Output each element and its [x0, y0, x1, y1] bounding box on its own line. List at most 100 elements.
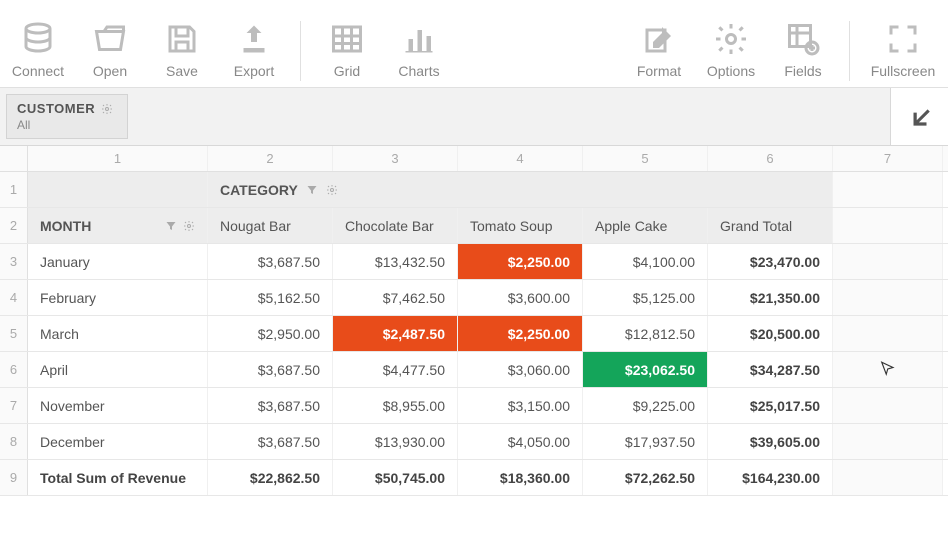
col-header[interactable]: Chocolate Bar — [333, 208, 458, 243]
blank-cell — [833, 208, 943, 243]
col-header[interactable]: Tomato Soup — [458, 208, 583, 243]
row-label[interactable]: November — [28, 388, 208, 423]
data-cell[interactable]: $4,050.00 — [458, 424, 583, 459]
data-cell[interactable]: $3,687.50 — [208, 244, 333, 279]
blank-cell — [28, 172, 208, 207]
filter-pill-customer[interactable]: CUSTOMER All — [6, 94, 128, 139]
row-label[interactable]: February — [28, 280, 208, 315]
row-number[interactable]: 1 — [0, 172, 28, 207]
data-cell[interactable]: $3,687.50 — [208, 424, 333, 459]
data-cell[interactable]: $3,600.00 — [458, 280, 583, 315]
blank-cell — [833, 424, 943, 459]
row-number[interactable]: 8 — [0, 424, 28, 459]
data-cell[interactable]: $9,225.00 — [583, 388, 708, 423]
grid-button[interactable]: Grid — [311, 17, 383, 79]
data-cell[interactable]: $4,100.00 — [583, 244, 708, 279]
col-header[interactable]: Nougat Bar — [208, 208, 333, 243]
data-cell[interactable]: $12,812.50 — [583, 316, 708, 351]
open-button[interactable]: Open — [74, 17, 146, 79]
filter-value: All — [17, 118, 113, 132]
total-cell[interactable]: $72,262.50 — [583, 460, 708, 495]
gear-icon[interactable] — [101, 103, 113, 115]
col-index[interactable]: 4 — [458, 146, 583, 171]
connect-label: Connect — [12, 63, 64, 79]
options-button[interactable]: Options — [695, 17, 767, 79]
table-row: 7November$3,687.50$8,955.00$3,150.00$9,2… — [0, 388, 948, 424]
data-cell[interactable]: $3,060.00 — [458, 352, 583, 387]
col-index[interactable]: 1 — [28, 146, 208, 171]
total-cell[interactable]: $50,745.00 — [333, 460, 458, 495]
data-cell[interactable]: $2,950.00 — [208, 316, 333, 351]
data-cell[interactable]: $2,250.00 — [458, 316, 583, 351]
format-button[interactable]: Format — [623, 17, 695, 79]
connect-button[interactable]: Connect — [2, 17, 74, 79]
data-cell[interactable]: $7,462.50 — [333, 280, 458, 315]
fields-button[interactable]: Fields — [767, 17, 839, 79]
row-label[interactable]: April — [28, 352, 208, 387]
blank-cell — [833, 280, 943, 315]
column-index-row: 1 2 3 4 5 6 7 — [0, 146, 948, 172]
data-cell[interactable]: $23,062.50 — [583, 352, 708, 387]
collapse-button[interactable] — [890, 88, 948, 145]
data-cell[interactable]: $2,487.50 — [333, 316, 458, 351]
col-header[interactable]: Grand Total — [708, 208, 833, 243]
gear-icon[interactable] — [326, 184, 338, 196]
data-cell[interactable]: $4,477.50 — [333, 352, 458, 387]
blank-cell — [833, 316, 943, 351]
data-cell[interactable]: $13,930.00 — [333, 424, 458, 459]
row-label[interactable]: January — [28, 244, 208, 279]
data-cell[interactable]: $5,162.50 — [208, 280, 333, 315]
data-cell[interactable]: $8,955.00 — [333, 388, 458, 423]
row-number[interactable]: 4 — [0, 280, 28, 315]
charts-label: Charts — [398, 63, 439, 79]
separator — [300, 21, 301, 81]
data-cell[interactable]: $17,937.50 — [583, 424, 708, 459]
data-cell[interactable]: $3,687.50 — [208, 388, 333, 423]
month-header[interactable]: MONTH — [28, 208, 208, 243]
data-cell[interactable]: $34,287.50 — [708, 352, 833, 387]
filter-icon[interactable] — [306, 184, 318, 196]
table-row: 8December$3,687.50$13,930.00$4,050.00$17… — [0, 424, 948, 460]
export-button[interactable]: Export — [218, 17, 290, 79]
data-cell[interactable]: $13,432.50 — [333, 244, 458, 279]
total-label[interactable]: Total Sum of Revenue — [28, 460, 208, 495]
data-cell[interactable]: $20,500.00 — [708, 316, 833, 351]
data-cell[interactable]: $23,470.00 — [708, 244, 833, 279]
data-cell[interactable]: $39,605.00 — [708, 424, 833, 459]
row-number[interactable]: 9 — [0, 460, 28, 495]
grid-icon — [325, 17, 369, 61]
col-index[interactable]: 3 — [333, 146, 458, 171]
category-header[interactable]: CATEGORY — [208, 172, 833, 207]
gear-icon[interactable] — [183, 220, 195, 232]
row-number[interactable]: 7 — [0, 388, 28, 423]
total-cell[interactable]: $164,230.00 — [708, 460, 833, 495]
col-index[interactable]: 6 — [708, 146, 833, 171]
save-button[interactable]: Save — [146, 17, 218, 79]
total-row: 9 Total Sum of Revenue $22,862.50 $50,74… — [0, 460, 948, 496]
col-index[interactable]: 5 — [583, 146, 708, 171]
row-label[interactable]: December — [28, 424, 208, 459]
data-cell[interactable]: $25,017.50 — [708, 388, 833, 423]
col-header[interactable]: Apple Cake — [583, 208, 708, 243]
data-cell[interactable]: $2,250.00 — [458, 244, 583, 279]
options-label: Options — [707, 63, 755, 79]
row-number[interactable]: 2 — [0, 208, 28, 243]
row-label[interactable]: March — [28, 316, 208, 351]
fullscreen-button[interactable]: Fullscreen — [860, 17, 946, 79]
filter-bar: CUSTOMER All — [0, 88, 948, 146]
charts-button[interactable]: Charts — [383, 17, 455, 79]
row-number[interactable]: 6 — [0, 352, 28, 387]
total-cell[interactable]: $22,862.50 — [208, 460, 333, 495]
total-cell[interactable]: $18,360.00 — [458, 460, 583, 495]
row-number[interactable]: 3 — [0, 244, 28, 279]
data-cell[interactable]: $3,687.50 — [208, 352, 333, 387]
col-index[interactable]: 7 — [833, 146, 943, 171]
row-number[interactable]: 5 — [0, 316, 28, 351]
blank-cell — [833, 388, 943, 423]
folder-open-icon — [88, 17, 132, 61]
filter-icon[interactable] — [165, 220, 177, 232]
col-index[interactable]: 2 — [208, 146, 333, 171]
data-cell[interactable]: $3,150.00 — [458, 388, 583, 423]
data-cell[interactable]: $5,125.00 — [583, 280, 708, 315]
data-cell[interactable]: $21,350.00 — [708, 280, 833, 315]
